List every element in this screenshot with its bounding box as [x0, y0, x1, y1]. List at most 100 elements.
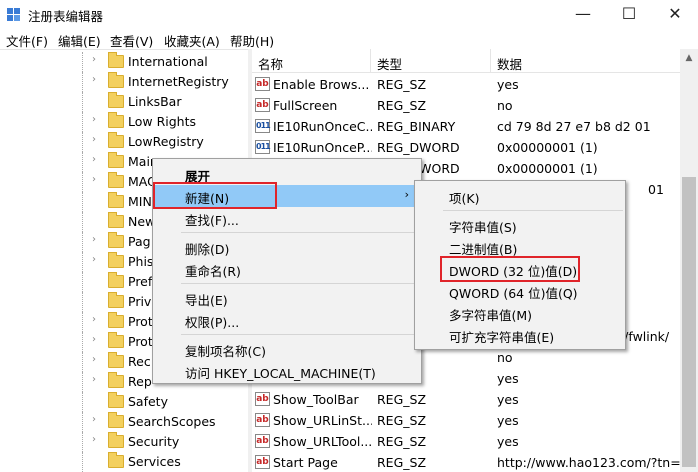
folder-icon	[108, 72, 124, 88]
menu-view[interactable]: 查看(V)	[110, 31, 153, 50]
submenu-item-qword-value[interactable]: QWORD (64 位)值(Q)	[415, 280, 625, 302]
chevron-right-icon[interactable]: ›	[92, 434, 96, 445]
chevron-right-icon[interactable]: ›	[92, 54, 96, 65]
chevron-right-icon: ›	[404, 188, 409, 201]
folder-icon	[108, 412, 124, 428]
menu-bar: 文件(F) 编辑(E) 查看(V) 收藏夹(A) 帮助(H)	[0, 28, 698, 49]
binary-value-icon: 011	[255, 140, 271, 154]
string-value-icon: ab	[255, 392, 270, 406]
chevron-right-icon[interactable]: ›	[92, 354, 96, 365]
menu-item-permissions[interactable]: 权限(P)...	[153, 309, 421, 331]
chevron-right-icon[interactable]: ›	[92, 134, 96, 145]
folder-icon	[108, 192, 124, 208]
menu-item-delete[interactable]: 删除(D)	[153, 236, 421, 258]
string-value-icon: ab	[255, 98, 270, 112]
chevron-right-icon[interactable]: ›	[92, 374, 96, 385]
string-value-icon: ab	[255, 413, 270, 427]
folder-icon	[108, 172, 124, 188]
folder-icon	[108, 52, 124, 68]
column-header-name[interactable]: 名称	[258, 54, 283, 73]
menu-file[interactable]: 文件(F)	[6, 31, 48, 50]
submenu-item-key[interactable]: 项(K)	[415, 185, 625, 207]
menu-help[interactable]: 帮助(H)	[230, 31, 274, 50]
table-row[interactable]: ab Show_URLinSt... REG_SZ yes	[252, 410, 680, 431]
context-menu: 展开 新建(N) › 查找(F)... 删除(D) 重命名(R) 导出(E) 权限…	[152, 158, 422, 384]
menu-separator	[443, 210, 623, 211]
folder-icon	[108, 132, 124, 148]
menu-separator	[181, 232, 419, 233]
close-button[interactable]: ✕	[652, 0, 698, 28]
tree-item[interactable]: › International	[0, 52, 248, 72]
menu-item-goto-hklm[interactable]: 访问 HKEY_LOCAL_MACHINE(T)	[153, 360, 421, 382]
menu-item-export[interactable]: 导出(E)	[153, 287, 421, 309]
tree-item[interactable]: LinksBar	[0, 92, 248, 112]
folder-icon	[108, 272, 124, 288]
string-value-icon: ab	[255, 434, 270, 448]
folder-icon	[108, 332, 124, 348]
binary-value-icon: 011	[255, 119, 271, 133]
menu-item-copy-key-name[interactable]: 复制项名称(C)	[153, 338, 421, 360]
table-row[interactable]: ab Show_ToolBar REG_SZ yes	[252, 389, 680, 410]
menu-favorites[interactable]: 收藏夹(A)	[164, 31, 220, 50]
regedit-app-icon	[7, 8, 20, 21]
table-row[interactable]: 011 IE10RunOnceP... REG_DWORD 0x00000001 (1…	[252, 137, 680, 158]
folder-icon	[108, 292, 124, 308]
table-row[interactable]: ab FullScreen REG_SZ no	[252, 95, 680, 116]
menu-edit[interactable]: 编辑(E)	[58, 31, 101, 50]
chevron-right-icon[interactable]: ›	[92, 234, 96, 245]
tree-item[interactable]: › Low Rights	[0, 112, 248, 132]
folder-icon	[108, 452, 124, 468]
menu-item-rename[interactable]: 重命名(R)	[153, 258, 421, 280]
menu-separator	[181, 283, 419, 284]
menu-item-find[interactable]: 查找(F)...	[153, 207, 421, 229]
scrollbar-thumb[interactable]	[682, 177, 696, 467]
submenu-item-binary-value[interactable]: 二进制值(B)	[415, 236, 625, 258]
menu-separator	[181, 334, 419, 335]
folder-icon	[108, 212, 124, 228]
folder-icon	[108, 92, 124, 108]
submenu-item-string-value[interactable]: 字符串值(S)	[415, 214, 625, 236]
folder-icon	[108, 232, 124, 248]
chevron-right-icon[interactable]: ›	[92, 334, 96, 345]
column-header-type[interactable]: 类型	[377, 54, 402, 73]
tree-item[interactable]: › SearchScopes	[0, 412, 248, 432]
folder-icon	[108, 352, 124, 368]
maximize-button[interactable]: ☐	[606, 0, 652, 28]
window-title: 注册表编辑器	[28, 9, 104, 24]
column-header-data[interactable]: 数据	[497, 54, 522, 73]
title-bar: 注册表编辑器 — ☐ ✕	[0, 0, 698, 28]
submenu-item-dword-value[interactable]: DWORD (32 位)值(D)	[415, 258, 625, 280]
table-row[interactable]: 011 IE10RunOnceC... REG_BINARY cd 79 8d 27 …	[252, 116, 680, 137]
table-row[interactable]: ab Start Page REG_SZ http://www.hao123.com/…	[252, 452, 680, 472]
string-value-icon: ab	[255, 77, 270, 91]
tree-item[interactable]: Services	[0, 452, 248, 472]
chevron-right-icon[interactable]: ›	[92, 154, 96, 165]
vertical-scrollbar[interactable]: ▲	[680, 49, 698, 472]
table-row[interactable]: ab Show_URLTool... REG_SZ yes	[252, 431, 680, 452]
folder-icon	[108, 372, 124, 388]
chevron-right-icon[interactable]: ›	[92, 74, 96, 85]
folder-icon	[108, 392, 124, 408]
scroll-up-icon[interactable]: ▲	[680, 49, 698, 67]
new-submenu: 项(K) 字符串值(S) 二进制值(B) DWORD (32 位)值(D) QW…	[414, 180, 626, 350]
tree-item[interactable]: › LowRegistry	[0, 132, 248, 152]
menu-item-expand[interactable]: 展开	[153, 163, 421, 185]
list-header: 名称 类型 数据	[252, 49, 680, 73]
table-row[interactable]: ab Enable Brows... REG_SZ yes	[252, 74, 680, 95]
chevron-right-icon[interactable]: ›	[92, 174, 96, 185]
folder-icon	[108, 432, 124, 448]
submenu-item-multi-string-value[interactable]: 多字符串值(M)	[415, 302, 625, 324]
chevron-right-icon[interactable]: ›	[92, 414, 96, 425]
folder-icon	[108, 152, 124, 168]
column-divider[interactable]	[370, 49, 371, 73]
menu-item-new[interactable]: 新建(N) ›	[153, 185, 421, 207]
tree-item[interactable]: › InternetRegistry	[0, 72, 248, 92]
chevron-right-icon[interactable]: ›	[92, 254, 96, 265]
column-divider[interactable]	[490, 49, 491, 73]
tree-item[interactable]: Safety	[0, 392, 248, 412]
minimize-button[interactable]: —	[560, 0, 606, 28]
submenu-item-expandable-string-value[interactable]: 可扩充字符串值(E)	[415, 324, 625, 346]
chevron-right-icon[interactable]: ›	[92, 114, 96, 125]
chevron-right-icon[interactable]: ›	[92, 314, 96, 325]
tree-item[interactable]: › Security	[0, 432, 248, 452]
